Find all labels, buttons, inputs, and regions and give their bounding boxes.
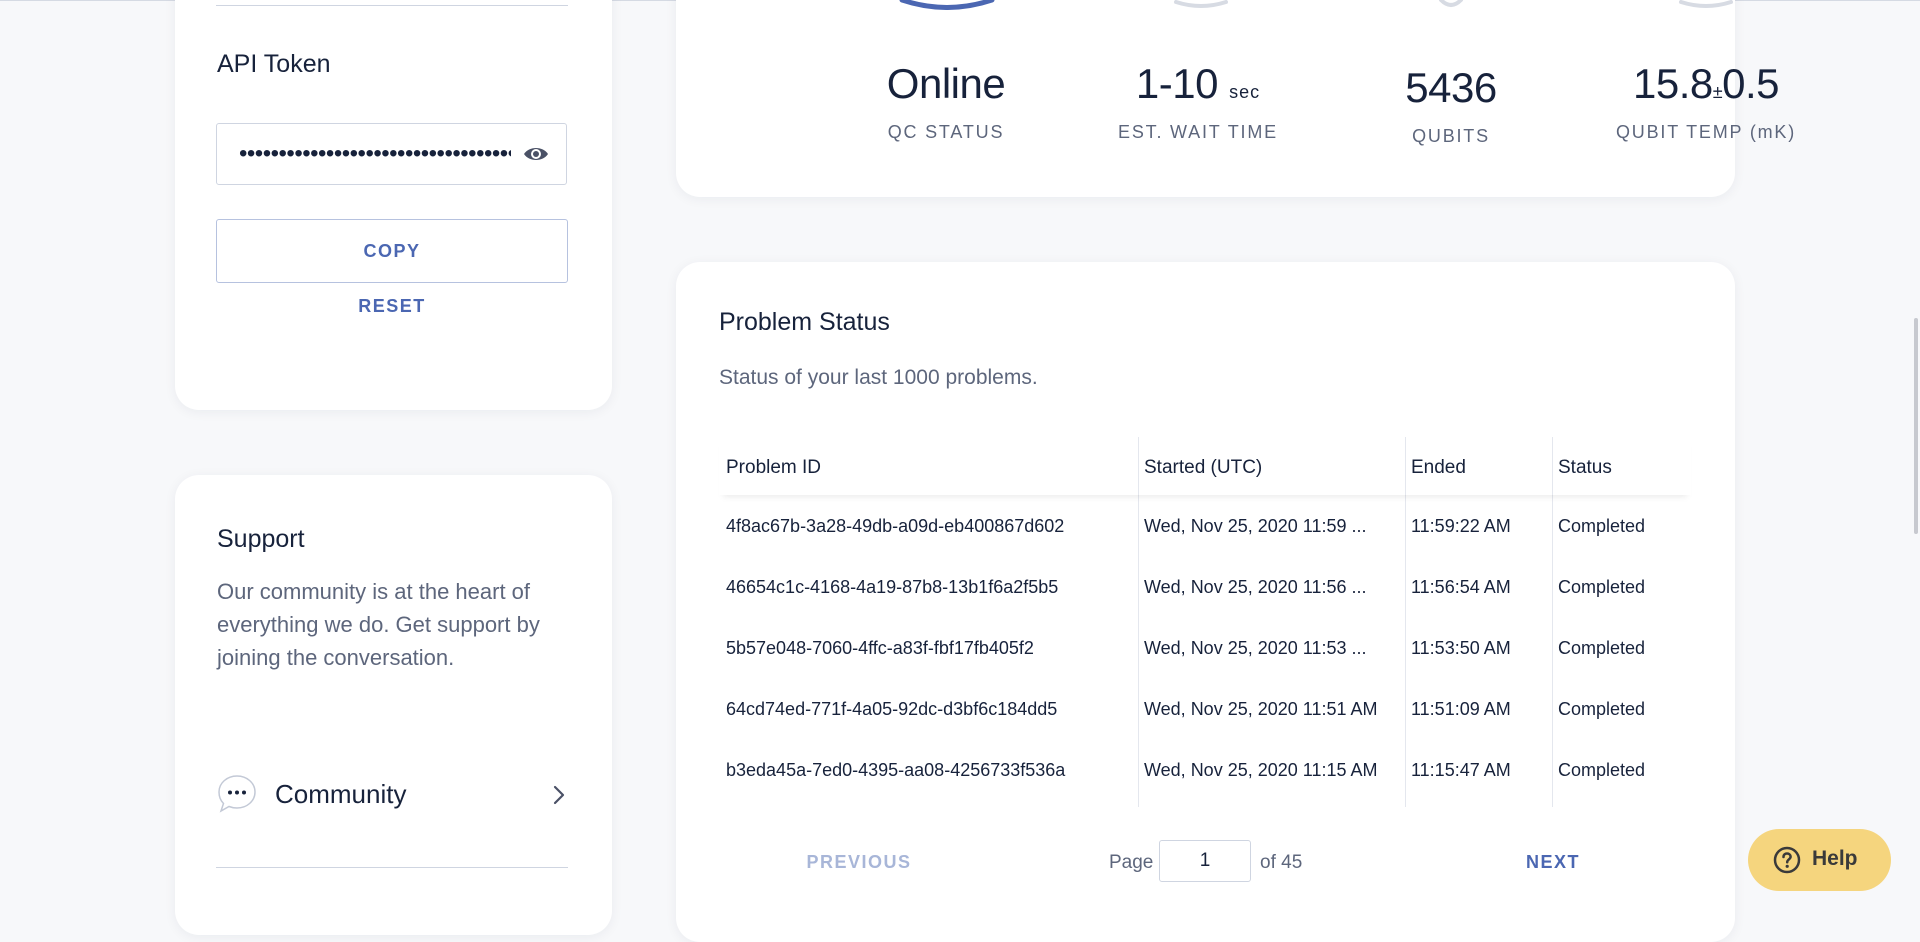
column-header-ended[interactable]: Ended xyxy=(1411,457,1551,479)
qubit-temp-error: 0.5 xyxy=(1722,60,1780,107)
plus-minus-sign: ± xyxy=(1712,82,1723,102)
question-circle-icon xyxy=(1773,846,1801,874)
ended-cell: 11:56:54 AM xyxy=(1411,577,1511,597)
table-row[interactable]: 4f8ac67b-3a28-49db-a09d-eb400867d602 Wed… xyxy=(719,495,1691,555)
help-button[interactable]: Help xyxy=(1748,829,1891,891)
ended-cell: 11:53:50 AM xyxy=(1411,638,1511,658)
status-cell: Completed xyxy=(1558,516,1646,536)
previous-button[interactable]: PREVIOUS xyxy=(719,852,999,873)
qubits-gauge-icon xyxy=(1439,0,1463,7)
divider xyxy=(216,867,568,868)
help-label: Help xyxy=(1812,847,1858,870)
qubit-temp-number: 15.8 xyxy=(1632,60,1713,107)
problem-status-card: Problem Status Status of your last 1000 … xyxy=(676,262,1735,942)
problem-id-cell: b3eda45a-7ed0-4395-aa08-4256733f536a xyxy=(726,760,1066,780)
system-stats-card: Online QC STATUS 1-10 sec EST. WAIT TIME… xyxy=(676,0,1794,197)
temp-gauge-icon xyxy=(1679,0,1733,8)
problem-id-cell: 5b57e048-7060-4ffc-a83f-fbf17fb405f2 xyxy=(726,638,1034,658)
api-token-masked-value: •••••••••••••••••••••••••••••••••••••• xyxy=(239,140,511,167)
qc-status-value: Online xyxy=(886,60,1006,107)
column-header-status[interactable]: Status xyxy=(1558,457,1688,479)
started-cell: Wed, Nov 25, 2020 11:56 ... xyxy=(1144,577,1367,597)
api-token-title: API Token xyxy=(217,50,331,78)
page-label: Page xyxy=(1109,852,1154,873)
community-link[interactable]: Community xyxy=(216,770,568,818)
wait-time-unit: sec xyxy=(1229,82,1261,102)
wait-time-value: 1-10 sec xyxy=(1078,60,1318,108)
problem-id-cell: 4f8ac67b-3a28-49db-a09d-eb400867d602 xyxy=(726,516,1065,536)
community-label: Community xyxy=(275,779,407,809)
table-row[interactable]: 46654c1c-4168-4a19-87b8-13b1f6a2f5b5 Wed… xyxy=(719,556,1691,616)
pagination: PREVIOUS Page of 45 NEXT xyxy=(719,840,1691,884)
started-cell: Wed, Nov 25, 2020 11:53 ... xyxy=(1144,638,1367,658)
ended-cell: 11:59:22 AM xyxy=(1411,516,1511,536)
qubit-temp-label: QUBIT TEMP (mK) xyxy=(1615,122,1797,142)
qc-status-stat: Online QC STATUS xyxy=(826,60,1066,143)
eye-icon[interactable] xyxy=(522,144,550,164)
ended-cell: 11:15:47 AM xyxy=(1411,760,1511,780)
started-cell: Wed, Nov 25, 2020 11:51 AM xyxy=(1144,699,1378,719)
qc-status-label: QC STATUS xyxy=(887,122,1005,142)
scrollbar-thumb[interactable] xyxy=(1914,318,1918,534)
problem-status-subtitle: Status of your last 1000 problems. xyxy=(719,366,1038,389)
table-row[interactable]: 64cd74ed-771f-4a05-92dc-d3bf6c184dd5 Wed… xyxy=(719,678,1691,738)
support-card: Support Our community is at the heart of… xyxy=(175,475,612,935)
page-number-input[interactable] xyxy=(1159,840,1251,882)
qubits-stat: 5436 QUBITS xyxy=(1331,64,1571,147)
table-row[interactable]: 5b57e048-7060-4ffc-a83f-fbf17fb405f2 Wed… xyxy=(719,617,1691,677)
wait-time-stat: 1-10 sec EST. WAIT TIME xyxy=(1078,60,1318,143)
status-cell: Completed xyxy=(1558,699,1646,719)
chat-bubble-icon xyxy=(218,775,256,813)
copy-button[interactable]: COPY xyxy=(216,219,568,283)
problem-id-cell: 64cd74ed-771f-4a05-92dc-d3bf6c184dd5 xyxy=(726,699,1058,719)
table-header: Problem ID Started (UTC) Ended Status xyxy=(719,437,1691,495)
support-title: Support xyxy=(217,525,305,553)
status-cell: Completed xyxy=(1558,638,1646,658)
problem-status-title: Problem Status xyxy=(719,308,890,336)
status-gauge-icon xyxy=(899,0,995,10)
qubits-label: QUBITS xyxy=(1412,126,1490,146)
wait-gauge-icon xyxy=(1174,0,1228,8)
ended-cell: 11:51:09 AM xyxy=(1411,699,1511,719)
column-header-problem-id[interactable]: Problem ID xyxy=(726,457,1136,479)
divider xyxy=(216,5,568,6)
started-cell: Wed, Nov 25, 2020 11:15 AM xyxy=(1144,760,1378,780)
started-cell: Wed, Nov 25, 2020 11:59 ... xyxy=(1144,516,1367,536)
next-button[interactable]: NEXT xyxy=(1413,852,1693,873)
api-token-card: API Token ••••••••••••••••••••••••••••••… xyxy=(175,0,612,410)
wait-time-number: 1-10 xyxy=(1135,60,1219,107)
chevron-right-icon xyxy=(553,785,565,805)
support-description: Our community is at the heart of everyth… xyxy=(217,579,540,670)
qubit-temp-value: 15.8±0.5 xyxy=(1586,60,1826,108)
status-cell: Completed xyxy=(1558,577,1646,597)
api-token-field[interactable]: •••••••••••••••••••••••••••••••••••••• xyxy=(216,123,567,185)
table-row[interactable]: b3eda45a-7ed0-4395-aa08-4256733f536a Wed… xyxy=(719,739,1691,799)
problem-id-cell: 46654c1c-4168-4a19-87b8-13b1f6a2f5b5 xyxy=(726,577,1059,597)
page-total-label: of 45 xyxy=(1260,852,1303,873)
qubit-temp-stat: 15.8±0.5 QUBIT TEMP (mK) xyxy=(1586,60,1826,143)
wait-time-label: EST. WAIT TIME xyxy=(1118,122,1278,142)
qubits-value: 5436 xyxy=(1405,64,1497,111)
reset-button[interactable]: RESET xyxy=(216,296,568,317)
status-cell: Completed xyxy=(1558,760,1646,780)
column-header-started[interactable]: Started (UTC) xyxy=(1144,457,1404,479)
